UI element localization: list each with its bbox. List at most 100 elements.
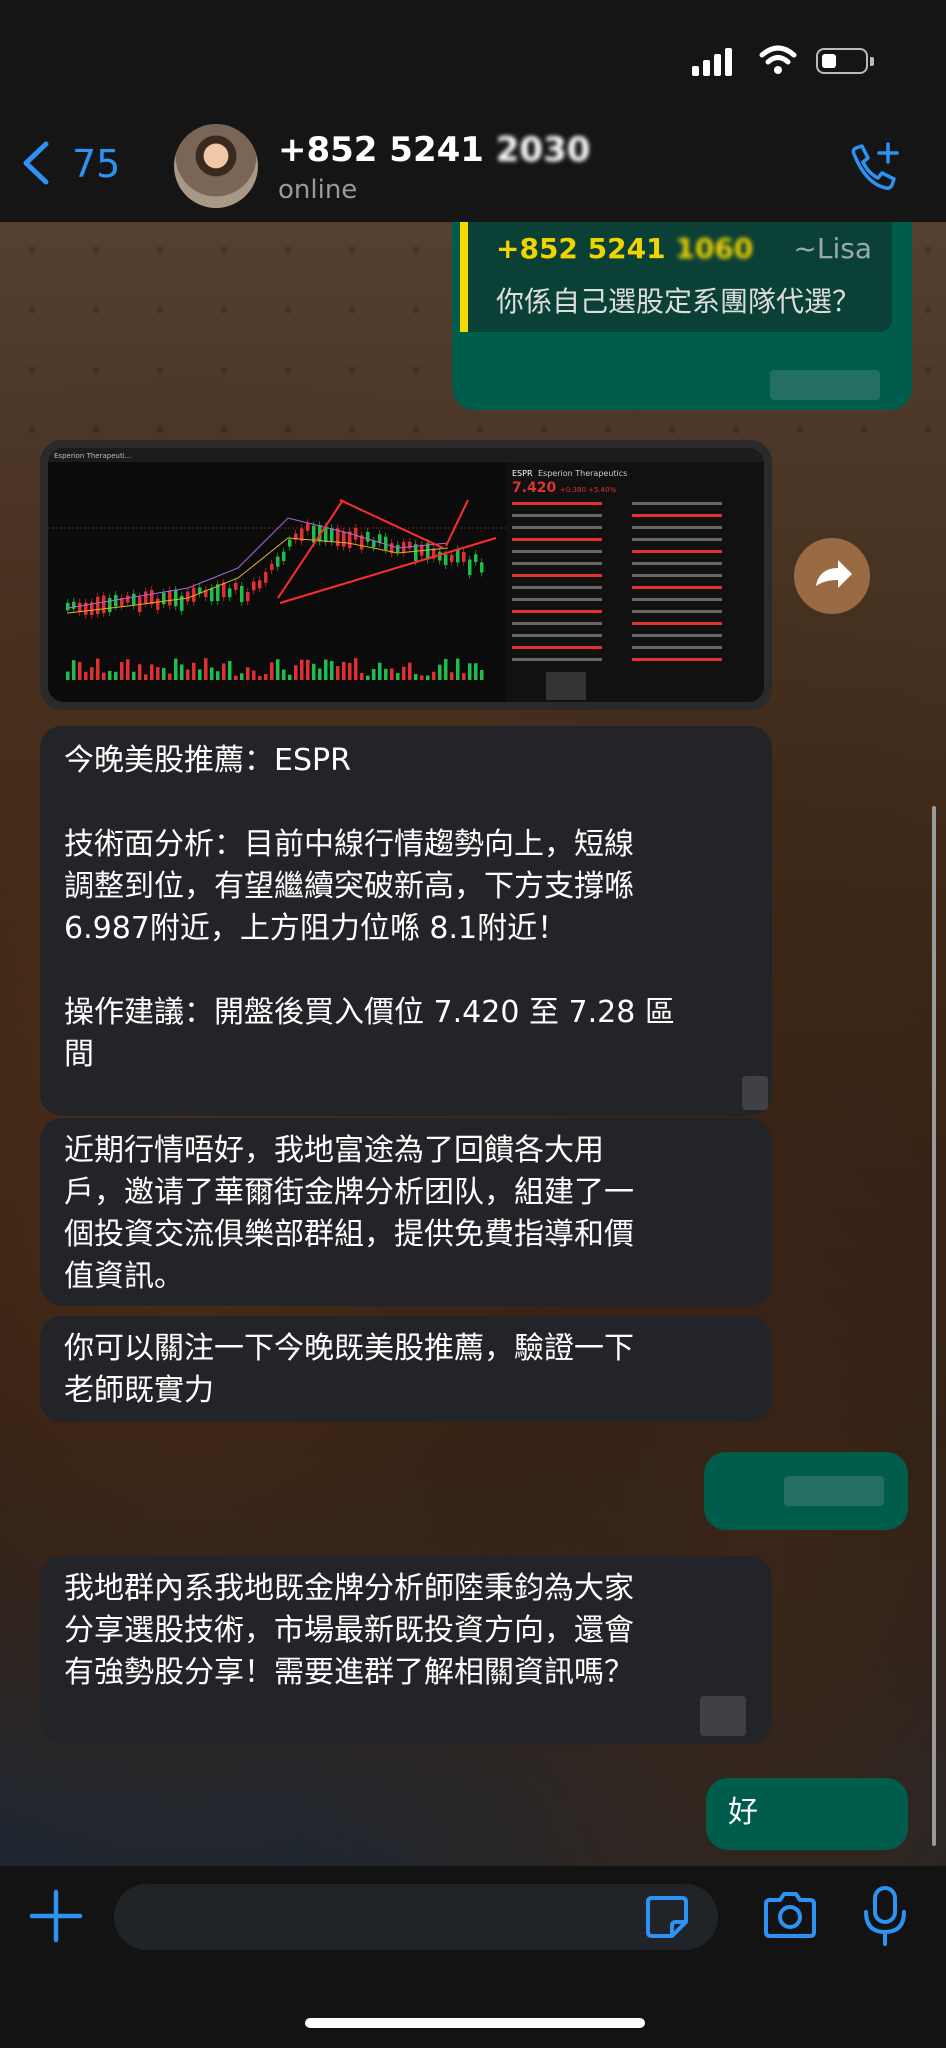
- quote-row: [632, 622, 722, 625]
- line: 調整到位，有望繼續突破新高，下方支撐喺: [64, 869, 634, 904]
- quote-accent-bar: [460, 222, 468, 332]
- volume-bar: [108, 670, 112, 680]
- outgoing-bubble-blurred[interactable]: [704, 1452, 908, 1530]
- quote-text: 你係自己選股定系團隊代選？: [496, 285, 861, 318]
- avatar[interactable]: [174, 124, 258, 208]
- volume-bar: [366, 675, 370, 680]
- quote-row: [632, 550, 722, 553]
- volume-bar: [324, 659, 328, 680]
- line: 分享選股技術，市場最新既投資方向，還會: [64, 1613, 634, 1648]
- quote-row: [632, 562, 722, 565]
- volume-bar: [402, 666, 406, 680]
- quote-row: [632, 634, 722, 637]
- line: 你可以關注一下今晚既美股推薦，驗證一下: [64, 1331, 634, 1366]
- line: 有強勢股分享！需要進群了解相關資訊嗎？: [64, 1655, 634, 1690]
- volume-bar: [420, 675, 424, 680]
- quote-row: [512, 598, 602, 601]
- blurred-timestamp: [770, 370, 880, 400]
- quote-row: [632, 586, 722, 589]
- microphone-icon[interactable]: [858, 1884, 912, 1948]
- message-text: 近期行情唔好，我地富途為了回饋各大用 戶，邀请了華爾街金牌分析团队，組建了一 個…: [64, 1130, 634, 1298]
- volume-bar: [312, 663, 316, 680]
- volume-bar: [342, 661, 346, 680]
- volume-bar: [456, 658, 460, 680]
- stock-chart-graphic: Esperion Therapeuti... ESPR Esperion The…: [48, 448, 764, 702]
- message-input[interactable]: [114, 1884, 718, 1950]
- chevron-left-icon[interactable]: [20, 140, 52, 186]
- volume-bar: [180, 664, 184, 680]
- quote-row: [632, 610, 722, 613]
- chart-ticker: ESPR: [512, 469, 533, 478]
- volume-bar: [414, 674, 418, 680]
- chart-change: +0.380 +5.40%: [560, 486, 617, 494]
- back-unread-count[interactable]: 75: [72, 142, 120, 186]
- line: 間: [64, 1037, 94, 1072]
- chart-price: 7.420: [512, 480, 557, 496]
- signal-icon: [692, 48, 736, 76]
- status-bar: [0, 0, 946, 120]
- quote-row: [512, 526, 602, 529]
- message-text: 好: [728, 1795, 758, 1830]
- volume-bar: [66, 671, 70, 680]
- line: 老師既實力: [64, 1373, 214, 1408]
- volume-bar: [246, 667, 250, 680]
- volume-bar: [102, 672, 106, 680]
- home-indicator[interactable]: [305, 2018, 645, 2028]
- volume-bar: [240, 673, 244, 680]
- volume-bar: [198, 669, 202, 680]
- blurred-timestamp: [700, 1696, 746, 1736]
- phone-plus-icon[interactable]: [844, 140, 902, 198]
- quote-row: [632, 502, 722, 505]
- reply-quote[interactable]: +852 5241 1060 ~Lisa 你係自己選股定系團隊代選？: [460, 222, 892, 332]
- quote-row: [512, 502, 602, 505]
- sticker-icon[interactable]: [642, 1892, 692, 1942]
- volume-bar: [390, 668, 394, 680]
- volume-bar: [432, 671, 436, 680]
- line: 值資訊。: [64, 1259, 184, 1294]
- volume-bar: [72, 660, 76, 680]
- volume-bar: [162, 668, 166, 680]
- quote-row: [512, 634, 602, 637]
- quote-row: [512, 574, 602, 577]
- volume-bar: [264, 674, 268, 680]
- message-text: 你可以關注一下今晚既美股推薦，驗證一下 老師既實力: [64, 1328, 634, 1412]
- volume-bar: [270, 662, 274, 680]
- outgoing-bubble-reply[interactable]: 好: [706, 1778, 908, 1850]
- wifi-icon: [759, 45, 797, 74]
- volume-bar: [330, 661, 334, 680]
- volume-bar: [114, 671, 118, 680]
- quote-row: [632, 598, 722, 601]
- chart-window-title: Esperion Therapeuti...: [54, 452, 131, 460]
- incoming-bubble-espr[interactable]: 今晚美股推薦：ESPR 技術面分析：目前中線行情趨勢向上，短線 調整到位，有望繼…: [40, 726, 772, 1116]
- volume-bar: [168, 673, 172, 680]
- camera-icon[interactable]: [760, 1888, 820, 1944]
- incoming-bubble-verify[interactable]: 你可以關注一下今晚既美股推薦，驗證一下 老師既實力: [40, 1316, 772, 1422]
- contact-name[interactable]: +852 5241 2030: [278, 130, 590, 170]
- chart-image-message[interactable]: Esperion Therapeuti... ESPR Esperion The…: [40, 440, 772, 710]
- volume-bar: [396, 673, 400, 680]
- forward-button[interactable]: [794, 538, 870, 614]
- scrollbar[interactable]: [932, 806, 936, 1846]
- contact-status: online: [278, 175, 358, 205]
- volume-bar: [222, 663, 226, 680]
- blurred-timestamp: [784, 1476, 884, 1506]
- volume-bar: [480, 669, 484, 680]
- volume-bar: [126, 659, 130, 680]
- volume-bar: [120, 662, 124, 680]
- line: 技術面分析：目前中線行情趨勢向上，短線: [64, 827, 634, 862]
- quote-row: [512, 610, 602, 613]
- quote-row: [512, 622, 602, 625]
- plus-icon[interactable]: [28, 1888, 84, 1944]
- incoming-bubble-club[interactable]: 近期行情唔好，我地富途為了回饋各大用 戶，邀请了華爾街金牌分析团队，組建了一 個…: [40, 1118, 772, 1306]
- quote-row: [512, 586, 602, 589]
- volume-bar: [438, 664, 442, 680]
- volume-bar: [348, 663, 352, 680]
- incoming-bubble-group[interactable]: 我地群內系我地既金牌分析師陸秉鈞為大家 分享選股技術，市場最新既投資方向，還會 …: [40, 1556, 772, 1744]
- stock-chart-screenshot[interactable]: Esperion Therapeuti... ESPR Esperion The…: [48, 448, 764, 702]
- volume-bar: [186, 669, 190, 680]
- volume-bar: [192, 662, 196, 680]
- volume-bar: [384, 668, 388, 680]
- quote-sender: +852 5241 1060: [496, 232, 754, 265]
- chat-background: +852 5241 1060 ~Lisa 你係自己選股定系團隊代選？ Esper…: [0, 0, 946, 2048]
